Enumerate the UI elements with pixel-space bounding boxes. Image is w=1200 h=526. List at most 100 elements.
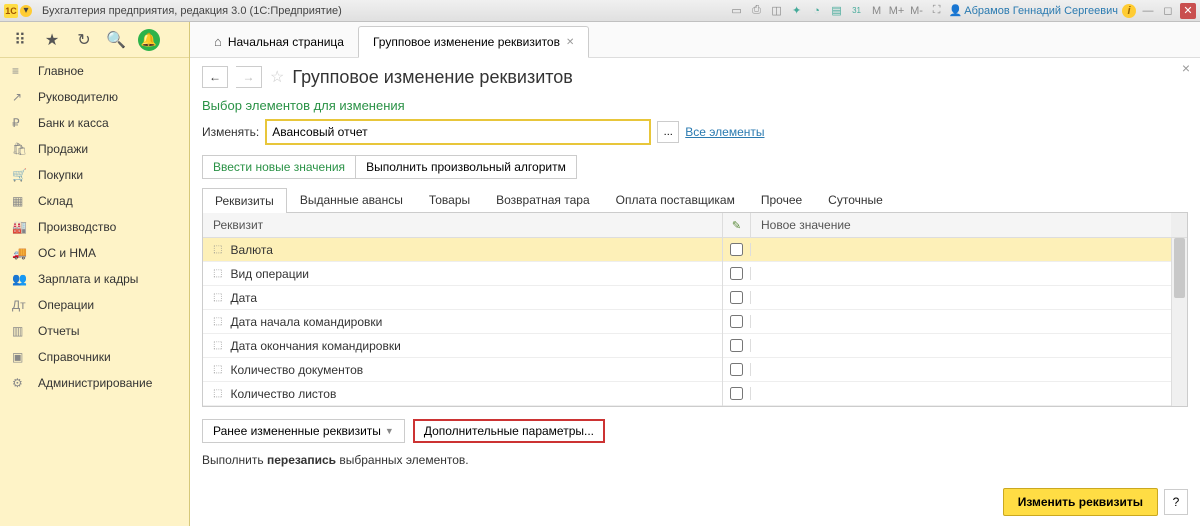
toolbar-calendar-icon[interactable]: 31 — [849, 3, 865, 19]
grid-row[interactable]: ⬚Дата окончания командировки — [203, 334, 1171, 358]
sidebar-icon: 🛍 — [12, 142, 28, 156]
toolbar-mplus-icon[interactable]: М+ — [889, 3, 905, 19]
subtab-4[interactable]: Оплата поставщикам — [603, 187, 748, 212]
nav-forward-button[interactable]: → — [236, 66, 262, 88]
help-button[interactable]: ? — [1164, 489, 1188, 515]
toolbar-chart-icon[interactable]: ◔ — [809, 3, 825, 19]
sidebar-item-label: ОС и НМА — [38, 246, 96, 260]
sidebar-icon: 👥 — [12, 272, 28, 286]
row-checkbox[interactable] — [730, 291, 743, 304]
window-maximize-icon[interactable]: ◻ — [1160, 3, 1176, 19]
row-checkbox[interactable] — [730, 339, 743, 352]
sidebar-item-7[interactable]: 🚚ОС и НМА — [0, 240, 189, 266]
row-checkbox[interactable] — [730, 363, 743, 376]
app-1c-icon: 1C — [4, 4, 18, 18]
sidebar-icon: ↗ — [12, 90, 28, 104]
window-minimize-icon[interactable]: — — [1140, 3, 1156, 19]
toolbar-print-icon[interactable]: ⎙ — [749, 3, 765, 19]
prev-changed-button[interactable]: Ранее измененные реквизиты▼ — [202, 419, 405, 443]
sidebar-item-9[interactable]: ДтОперации — [0, 292, 189, 318]
mode-algorithm[interactable]: Выполнить произвольный алгоритм — [356, 155, 577, 179]
grid-row[interactable]: ⬚Количество листов — [203, 382, 1171, 406]
grid-row[interactable]: ⬚Валюта — [203, 238, 1171, 262]
user-icon: 👤 — [949, 4, 963, 17]
sidebar-item-label: Руководителю — [38, 90, 118, 104]
subtab-0[interactable]: Реквизиты — [202, 188, 287, 213]
grid-scrollbar[interactable] — [1171, 238, 1187, 406]
sidebar-item-4[interactable]: 🛒Покупки — [0, 162, 189, 188]
info-icon[interactable]: i — [1122, 4, 1136, 18]
sidebar-icon: 🛒 — [12, 168, 28, 182]
subtab-5[interactable]: Прочее — [748, 187, 815, 212]
subtab-2[interactable]: Товары — [416, 187, 483, 212]
row-checkbox[interactable] — [730, 267, 743, 280]
grid-row[interactable]: ⬚Вид операции — [203, 262, 1171, 286]
col-header-chk[interactable]: ✎ — [723, 213, 751, 237]
toolbar-folder-icon[interactable]: ▭ — [729, 3, 745, 19]
home-icon: ⌂ — [214, 34, 222, 49]
row-new-value[interactable] — [751, 317, 1171, 327]
grid-row[interactable]: ⬚Дата начала командировки — [203, 310, 1171, 334]
sidebar-item-10[interactable]: ▥Отчеты — [0, 318, 189, 344]
sidebar-item-1[interactable]: ↗ Руководителю — [0, 84, 189, 110]
sidebar-item-6[interactable]: 🏭Производство — [0, 214, 189, 240]
sidebar-item-12[interactable]: ⚙Администрирование — [0, 370, 189, 396]
subtab-3[interactable]: Возвратная тара — [483, 187, 603, 212]
change-attributes-button[interactable]: Изменить реквизиты — [1003, 488, 1158, 516]
sidebar-item-0[interactable]: ≡Главное — [0, 58, 189, 84]
tab-group-edit[interactable]: Групповое изменение реквизитов ✕ — [358, 26, 589, 58]
row-new-value[interactable] — [751, 365, 1171, 375]
row-new-value[interactable] — [751, 293, 1171, 303]
row-checkbox[interactable] — [730, 387, 743, 400]
toolbar-mminus-icon[interactable]: М- — [909, 3, 925, 19]
toolbar-calc-icon[interactable]: ▤ — [829, 3, 845, 19]
tab-close-icon[interactable]: ✕ — [566, 37, 574, 48]
toolbar-fav-icon[interactable]: ✦ — [789, 3, 805, 19]
grid-row[interactable]: ⬚Количество документов — [203, 358, 1171, 382]
search-icon[interactable]: 🔍 — [106, 30, 126, 50]
tab-home[interactable]: ⌂ Начальная страница — [200, 26, 358, 57]
row-new-value[interactable] — [751, 269, 1171, 279]
tab-group-edit-label: Групповое изменение реквизитов — [373, 35, 560, 49]
col-header-new[interactable]: Новое значение — [751, 213, 1171, 237]
bell-icon[interactable]: 🔔 — [138, 29, 160, 51]
sidebar-item-11[interactable]: ▣Справочники — [0, 344, 189, 370]
star-icon[interactable]: ★ — [42, 30, 62, 50]
subtab-1[interactable]: Выданные авансы — [287, 187, 416, 212]
sidebar-item-2[interactable]: ₽Банк и касса — [0, 110, 189, 136]
user-menu[interactable]: 👤 Абрамов Геннадий Сергеевич — [949, 4, 1118, 17]
grid-header: Реквизит ✎ Новое значение — [203, 213, 1187, 238]
toolbar-doc-icon[interactable]: ◫ — [769, 3, 785, 19]
apps-icon[interactable]: ⠿ — [10, 30, 30, 50]
change-input[interactable] — [268, 122, 648, 142]
window-close-icon[interactable]: ✕ — [1180, 3, 1196, 19]
row-label: Количество документов — [230, 363, 363, 377]
col-header-req[interactable]: Реквизит — [203, 213, 723, 237]
row-new-value[interactable] — [751, 245, 1171, 255]
toolbar-fullscreen-icon[interactable]: ⛶ — [929, 3, 945, 19]
subtab-6[interactable]: Суточные — [815, 187, 896, 212]
history-icon[interactable]: ↻ — [74, 30, 94, 50]
mode-new-values[interactable]: Ввести новые значения — [202, 155, 356, 179]
change-label: Изменять: — [202, 125, 259, 139]
row-checkbox[interactable] — [730, 243, 743, 256]
sidebar-item-8[interactable]: 👥Зарплата и кадры — [0, 266, 189, 292]
row-checkbox[interactable] — [730, 315, 743, 328]
page-close-icon[interactable]: × — [1182, 60, 1190, 76]
all-elements-link[interactable]: Все элементы — [685, 125, 764, 139]
change-lookup-button[interactable]: ... — [657, 121, 679, 143]
sidebar-item-label: Справочники — [38, 350, 111, 364]
sidebar-item-5[interactable]: ▦Склад — [0, 188, 189, 214]
toolbar-m-icon[interactable]: М — [869, 3, 885, 19]
nav-back-button[interactable]: ← — [202, 66, 228, 88]
row-icon: ⬚ — [213, 316, 222, 327]
row-new-value[interactable] — [751, 341, 1171, 351]
sidebar-item-3[interactable]: 🛍Продажи — [0, 136, 189, 162]
app-dropdown-icon[interactable]: ▾ — [20, 5, 32, 17]
grid-row[interactable]: ⬚Дата — [203, 286, 1171, 310]
sidebar-icon: ⚙ — [12, 376, 28, 390]
extra-params-button[interactable]: Дополнительные параметры... — [413, 419, 605, 443]
page-star-icon[interactable]: ☆ — [270, 67, 284, 87]
row-new-value[interactable] — [751, 389, 1171, 399]
attributes-grid: Реквизит ✎ Новое значение ⬚Валюта⬚Вид оп… — [202, 213, 1188, 407]
